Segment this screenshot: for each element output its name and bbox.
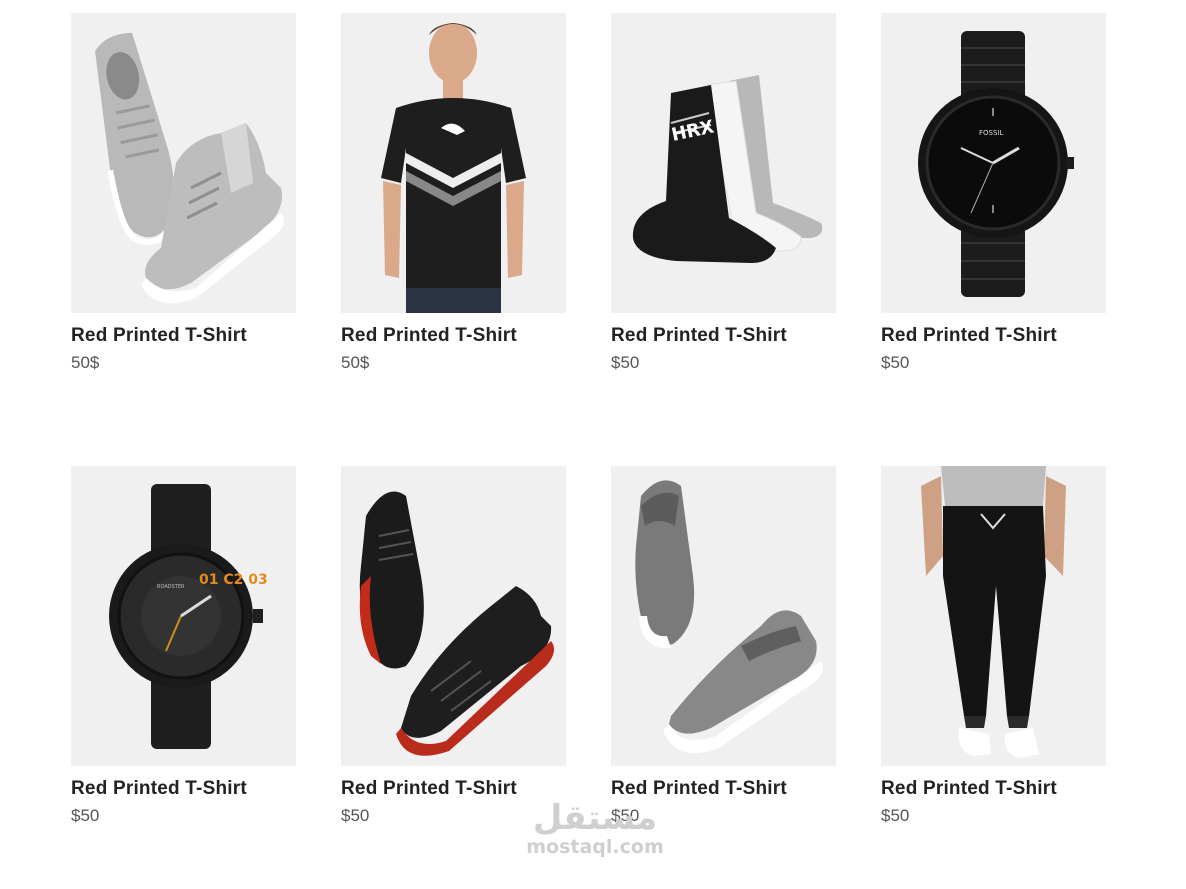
svg-text:FOSSIL: FOSSIL	[979, 129, 1003, 137]
product-price: $50	[881, 806, 910, 825]
black-tshirt-icon	[381, 23, 526, 313]
black-red-sneakers-icon	[359, 491, 555, 756]
black-watch-icon: FOSSIL	[918, 31, 1074, 297]
grey-slipon-icon	[635, 480, 824, 754]
product-image[interactable]	[71, 13, 296, 313]
product-image[interactable]	[611, 466, 836, 766]
product-title[interactable]: Red Printed T-Shirt	[71, 325, 296, 347]
product-title[interactable]: Red Printed T-Shirt	[611, 778, 836, 800]
product-title[interactable]: Red Printed T-Shirt	[881, 778, 1106, 800]
product-title[interactable]: Red Printed T-Shirt	[341, 325, 566, 347]
joggers-icon	[921, 466, 1066, 758]
product-title[interactable]: Red Printed T-Shirt	[71, 778, 296, 800]
product-price: $50	[71, 806, 100, 825]
svg-text:ROADSTER: ROADSTER	[157, 584, 185, 590]
product-title[interactable]: Red Printed T-Shirt	[881, 325, 1106, 347]
grey-sneakers-icon	[95, 32, 285, 304]
product-price: 50$	[341, 353, 370, 372]
product-card[interactable]: Red Printed T-Shirt $50	[611, 466, 836, 826]
product-title[interactable]: Red Printed T-Shirt	[611, 325, 836, 347]
product-card[interactable]: Red Printed T-Shirt 50$	[341, 13, 566, 373]
product-price: $50	[341, 806, 370, 825]
product-price: $50	[611, 353, 640, 372]
product-card[interactable]: Red Printed T-Shirt $50	[341, 466, 566, 826]
product-price: 50$	[71, 353, 100, 372]
product-card[interactable]: 01 C2 03 ROADSTER Red Printed T-Shirt $5…	[71, 466, 296, 826]
product-card[interactable]: FOSSIL Red Printed T-Shirt $50	[881, 13, 1106, 373]
socks-icon: HRX	[632, 75, 823, 263]
leather-watch-icon: 01 C2 03 ROADSTER	[109, 484, 268, 749]
product-card[interactable]: Red Printed T-Shirt 50$	[71, 13, 296, 373]
product-price: $50	[881, 353, 910, 372]
product-image[interactable]: 01 C2 03 ROADSTER	[71, 466, 296, 766]
watermark-latin: mostaql.com	[526, 836, 664, 858]
product-title[interactable]: Red Printed T-Shirt	[341, 778, 566, 800]
product-image[interactable]: HRX	[611, 13, 836, 313]
product-image[interactable]	[341, 466, 566, 766]
product-card[interactable]: HRX Red Printed T-Shirt $50	[611, 13, 836, 373]
svg-text:01 C2 03: 01 C2 03	[199, 572, 268, 588]
product-image[interactable]	[341, 13, 566, 313]
product-image[interactable]	[881, 466, 1106, 766]
product-image[interactable]: FOSSIL	[881, 13, 1106, 313]
product-price: $50	[611, 806, 640, 825]
product-card[interactable]: Red Printed T-Shirt $50	[881, 466, 1106, 826]
